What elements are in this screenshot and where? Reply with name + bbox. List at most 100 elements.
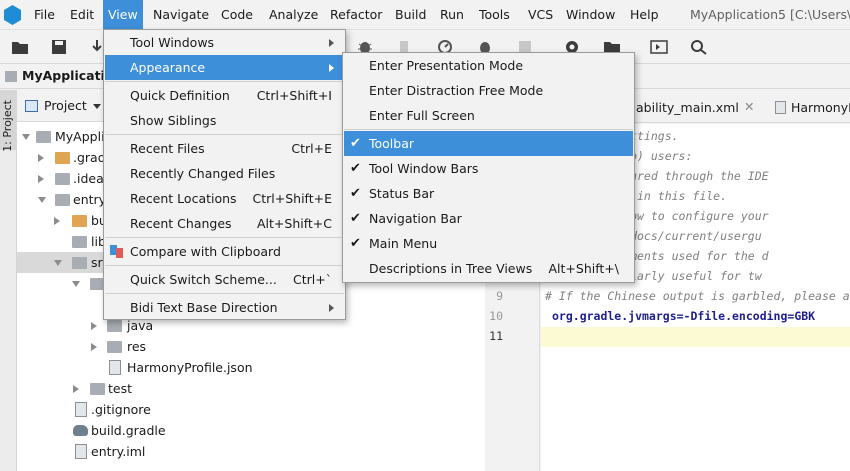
chevron-down-icon — [93, 104, 101, 109]
folder-icon — [72, 215, 87, 227]
menu-separator — [105, 265, 344, 266]
menu-separator — [105, 81, 344, 82]
menu-item-descriptions-in-tree-views[interactable]: Descriptions in Tree Views Alt+Shift+\ — [344, 256, 633, 281]
project-tool-window-label: 1: Project — [1, 100, 14, 152]
project-view-icon — [25, 100, 38, 112]
menu-item-status-bar[interactable]: ✔ Status Bar — [344, 181, 633, 206]
json-file-icon — [109, 360, 121, 375]
menu-separator — [344, 129, 633, 130]
tab-harmony-profile[interactable]: HarmonyP — [775, 98, 850, 118]
menu-tools[interactable]: Tools — [475, 5, 514, 25]
line-number: 9 — [496, 289, 503, 303]
collapse-arrow-icon[interactable] — [38, 175, 44, 183]
tree-item-harmony-profile[interactable]: HarmonyProfile.json — [17, 357, 277, 378]
save-icon[interactable] — [50, 39, 68, 55]
submenu-arrow-icon — [329, 39, 334, 47]
gitignore-file-icon — [75, 402, 87, 417]
menu-item-recent-locations[interactable]: Recent Locations Ctrl+Shift+E — [105, 186, 344, 211]
menu-view[interactable]: View — [103, 0, 143, 30]
gradle-elephant-icon — [73, 425, 88, 436]
collapse-arrow-icon[interactable] — [73, 385, 79, 393]
checkmark-icon: ✔ — [350, 161, 361, 176]
left-tool-window-bar: 1: Project — [0, 90, 17, 471]
checkmark-icon: ✔ — [350, 211, 361, 226]
folder-icon — [55, 173, 70, 185]
checkmark-icon: ✔ — [350, 136, 361, 151]
menu-item-presentation-mode[interactable]: Enter Presentation Mode — [344, 53, 633, 78]
menu-run[interactable]: Run — [436, 5, 468, 25]
expand-arrow-icon[interactable] — [54, 260, 62, 266]
project-view-label: Project — [44, 98, 87, 113]
current-line-highlight — [541, 327, 850, 347]
submenu-arrow-icon — [329, 64, 334, 72]
expand-arrow-icon[interactable] — [38, 197, 46, 203]
menu-item-quick-switch-scheme[interactable]: Quick Switch Scheme... Ctrl+` — [105, 267, 344, 292]
collapse-arrow-icon[interactable] — [91, 322, 97, 330]
menu-item-compare-with-clipboard[interactable]: Compare with Clipboard — [105, 239, 344, 264]
menu-item-distraction-free-mode[interactable]: Enter Distraction Free Mode — [344, 78, 633, 103]
folder-icon — [90, 383, 105, 395]
menu-item-tool-windows[interactable]: Tool Windows — [105, 30, 344, 55]
device-manager-icon[interactable] — [650, 39, 668, 55]
tree-item-test-dir[interactable]: test — [17, 378, 157, 399]
window-title: MyApplication5 [C:\Users\bu — [690, 7, 850, 22]
menu-window[interactable]: Window — [562, 5, 619, 25]
menu-item-recent-changes[interactable]: Recent Changes Alt+Shift+C — [105, 211, 344, 236]
menu-item-appearance[interactable]: Appearance — [105, 55, 344, 80]
menu-navigate[interactable]: Navigate — [149, 5, 213, 25]
expand-arrow-icon[interactable] — [22, 134, 30, 140]
menu-item-navigation-bar[interactable]: ✔ Navigation Bar — [344, 206, 633, 231]
menu-vcs[interactable]: VCS — [524, 5, 557, 25]
tab-ability-main-xml[interactable]: ability_main.xml ✕ — [620, 98, 765, 118]
menu-separator — [105, 237, 344, 238]
code-line: # If the Chinese output is garbled, plea… — [545, 289, 850, 303]
folder-icon — [72, 257, 87, 269]
collapse-arrow-icon[interactable] — [54, 217, 60, 225]
tree-item-build-gradle[interactable]: build.gradle — [17, 420, 197, 441]
tree-item-gitignore[interactable]: .gitignore — [17, 399, 177, 420]
folder-icon — [72, 236, 87, 248]
deveco-logo-icon — [4, 5, 21, 25]
menu-item-recent-files[interactable]: Recent Files Ctrl+E — [105, 136, 344, 161]
menu-build[interactable]: Build — [391, 5, 430, 25]
menu-item-tool-window-bars[interactable]: ✔ Tool Window Bars — [344, 156, 633, 181]
menu-item-full-screen[interactable]: Enter Full Screen — [344, 103, 633, 128]
menu-item-main-menu[interactable]: ✔ Main Menu — [344, 231, 633, 256]
line-number: 10 — [489, 309, 503, 323]
collapse-arrow-icon[interactable] — [91, 343, 97, 351]
search-icon[interactable] — [690, 39, 708, 55]
menu-item-recently-changed-files[interactable]: Recently Changed Files — [105, 161, 344, 186]
menu-refactor[interactable]: Refactor — [326, 5, 386, 25]
project-tool-window-tab[interactable]: 1: Project — [0, 90, 17, 152]
menu-edit[interactable]: Edit — [66, 5, 98, 25]
menu-help[interactable]: Help — [626, 5, 663, 25]
tree-item-entry-iml[interactable]: entry.iml — [17, 441, 177, 462]
main-menu-bar: File Edit View Navigate Code Analyze Ref… — [0, 0, 850, 30]
folder-icon — [107, 341, 122, 353]
menu-item-bidi-text-direction[interactable]: Bidi Text Base Direction — [105, 295, 344, 320]
folder-icon — [107, 320, 122, 332]
line-number: 11 — [489, 329, 503, 343]
compare-icon — [110, 245, 123, 258]
folder-icon — [55, 152, 70, 164]
menu-item-toolbar[interactable]: ✔ Toolbar — [344, 131, 633, 156]
checkmark-icon: ✔ — [350, 236, 361, 251]
open-folder-icon[interactable] — [11, 39, 29, 55]
menu-analyze[interactable]: Analyze — [265, 5, 322, 25]
expand-arrow-icon[interactable] — [72, 281, 80, 287]
module-folder-icon — [36, 131, 51, 143]
iml-file-icon — [75, 444, 87, 459]
view-menu-dropdown: Tool Windows Appearance Quick Definition… — [103, 29, 346, 320]
menu-item-quick-definition[interactable]: Quick Definition Ctrl+Shift+I — [105, 83, 344, 108]
code-line-property: org.gradle.jvmargs=-Dfile.encoding=GBK — [552, 309, 816, 323]
tree-item-res-dir[interactable]: res — [17, 336, 177, 357]
collapse-arrow-icon[interactable] — [38, 154, 44, 162]
menu-code[interactable]: Code — [217, 5, 257, 25]
checkmark-icon: ✔ — [350, 186, 361, 201]
json-file-icon — [775, 101, 786, 114]
submenu-arrow-icon — [329, 304, 334, 312]
menu-file[interactable]: File — [30, 5, 59, 25]
close-tab-icon[interactable]: ✕ — [744, 99, 754, 114]
module-folder-icon — [55, 194, 70, 206]
menu-item-show-siblings[interactable]: Show Siblings — [105, 108, 344, 133]
